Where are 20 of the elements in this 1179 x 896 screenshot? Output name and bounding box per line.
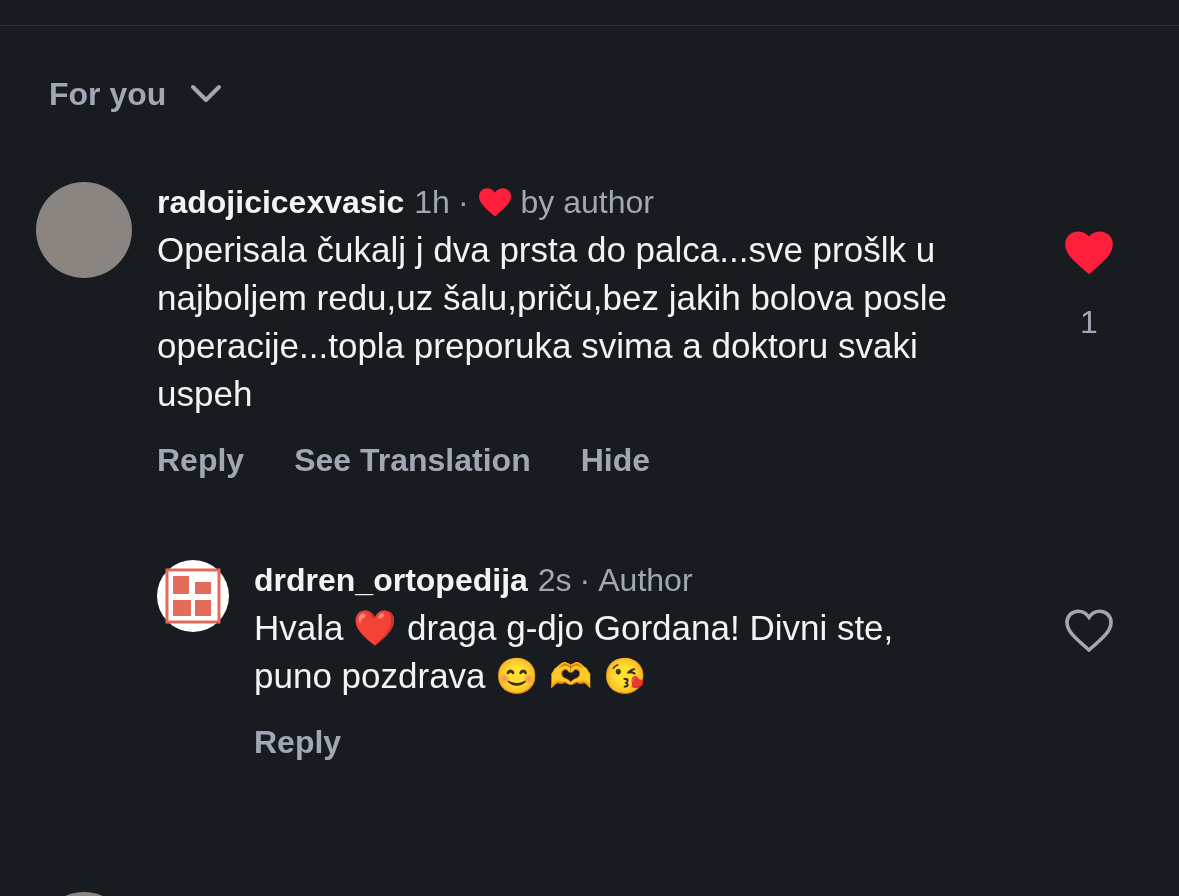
action-link[interactable]: Reply (157, 440, 245, 480)
logo-icon (165, 568, 221, 624)
author-label: by author (520, 183, 654, 222)
comment-text: Hvala ❤ draga g-djo Gordana! Divni ste, puno pozdrava 😊 🫶 😘 (254, 607, 895, 697)
heart-icon[interactable] (1065, 608, 1113, 652)
chevron-down-icon[interactable] (190, 84, 223, 104)
comment-text: Operisala čukalj j dva prsta do palca...sve prošlk u najboljem redu,uz šalu,priču,bez jakih bolova posle operacije...topla preporuka svima a doktoru svaki uspeh (157, 229, 948, 415)
separator-dot: · (579, 561, 591, 600)
sort-dropdown[interactable]: For you (49, 70, 167, 118)
like-count: 1 (1080, 303, 1098, 342)
action-link[interactable]: Hide (580, 440, 650, 480)
username[interactable]: drdren_ortopedija (254, 560, 528, 600)
action-link[interactable]: Reply (254, 722, 342, 762)
separator-dot: · (457, 183, 469, 222)
username[interactable]: radojicicexvasic (157, 182, 405, 222)
heart-icon[interactable] (1065, 230, 1113, 274)
author-label: Author (598, 561, 693, 600)
timestamp: 1h (414, 183, 450, 222)
timestamp: 2s (537, 561, 572, 600)
action-link[interactable]: See Translation (294, 440, 531, 480)
